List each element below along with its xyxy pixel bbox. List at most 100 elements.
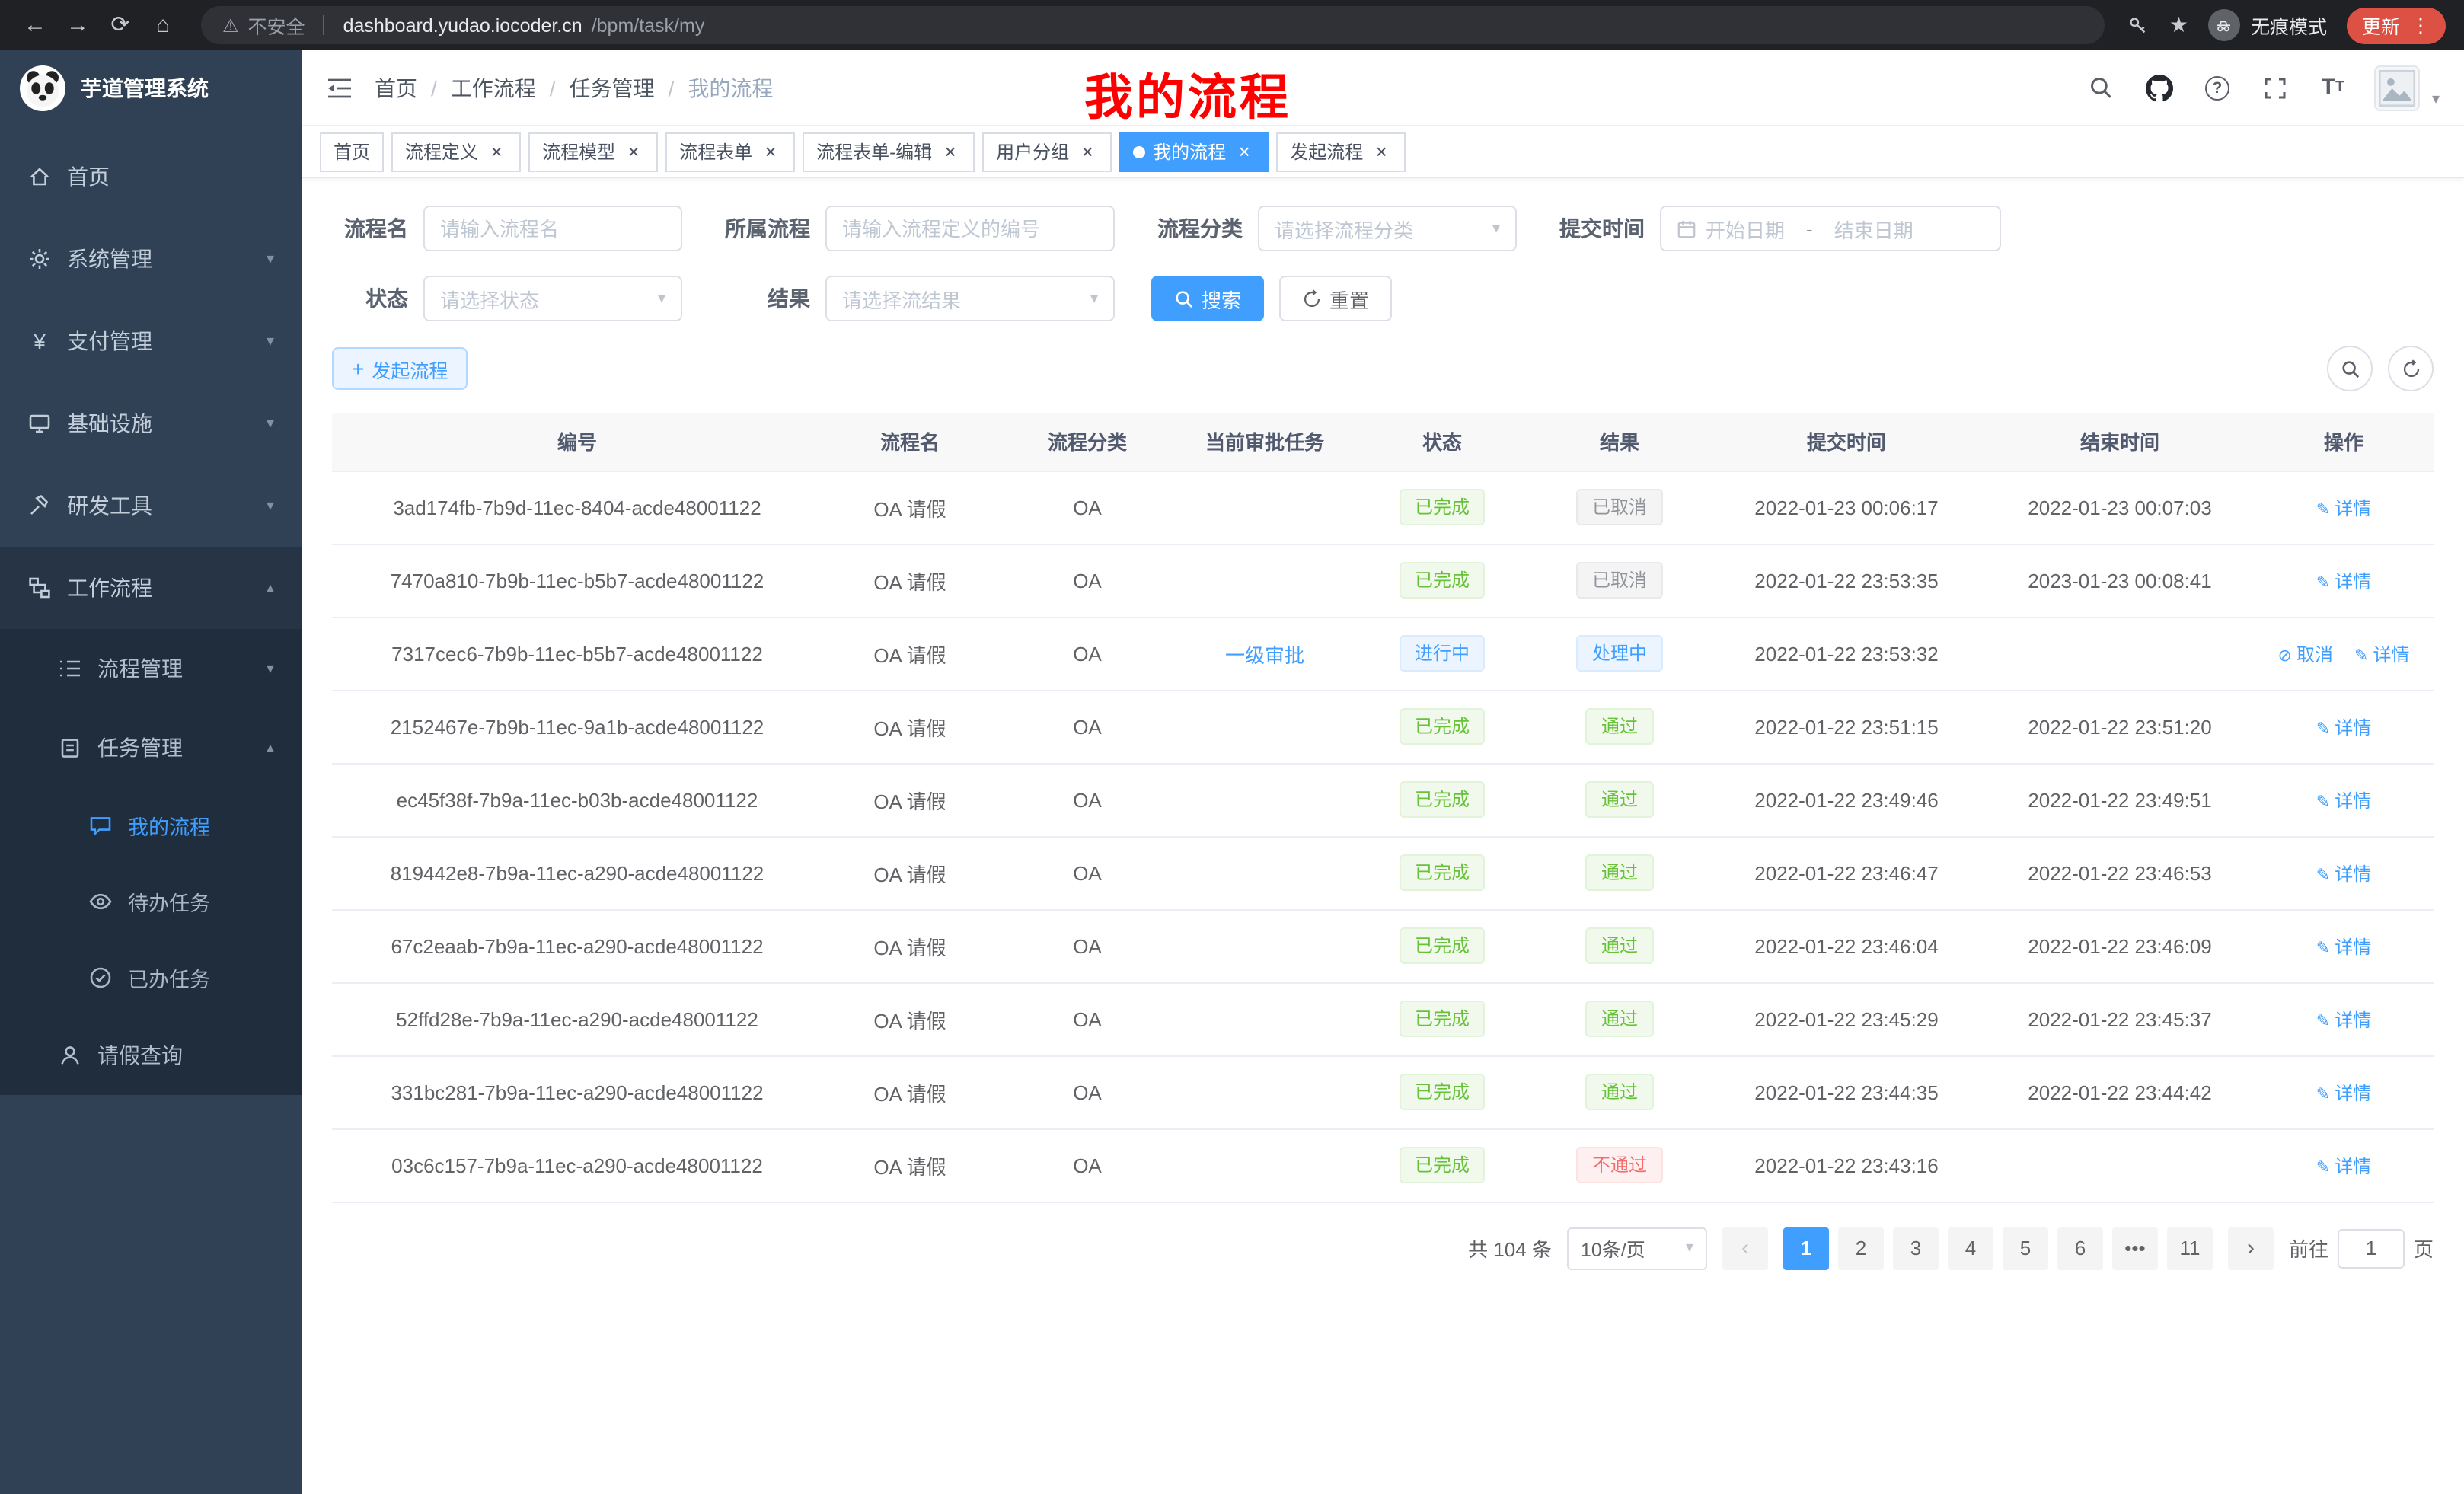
browser-forward-icon[interactable]: → (61, 14, 94, 37)
detail-action-link[interactable]: ✎详情 (2316, 1082, 2371, 1103)
list-tree-icon (58, 656, 82, 681)
next-page-button[interactable]: › (2228, 1227, 2274, 1269)
tab[interactable]: 首页 (320, 132, 384, 171)
result-select[interactable]: 请选择流结果 ▾ (825, 276, 1115, 321)
search-button[interactable]: 搜索 (1151, 276, 1264, 321)
tab[interactable]: 流程表单 × (665, 132, 795, 171)
edit-icon: ✎ (2316, 720, 2330, 738)
browser-reload-icon[interactable]: ⟳ (104, 14, 137, 37)
sidebar-item-workflow[interactable]: 工作流程 ▴ (0, 547, 302, 629)
chevron-down-icon: ▾ (267, 497, 274, 514)
tab-close-icon[interactable]: × (1077, 141, 1098, 162)
process-name-input[interactable] (423, 206, 682, 251)
edit-icon: ✎ (2316, 793, 2330, 811)
detail-action-link[interactable]: ✎详情 (2316, 790, 2371, 811)
cell-submit-time: 2022-01-22 23:46:47 (1707, 836, 1986, 909)
app-logo[interactable]: 芋道管理系统 (0, 50, 302, 126)
page-button-4[interactable]: 4 (1948, 1227, 1993, 1269)
submit-time-range-picker[interactable]: 开始日期 - 结束日期 (1660, 206, 2001, 251)
detail-action-link[interactable]: ✎详情 (2316, 1009, 2371, 1030)
row-actions: ✎详情 (2254, 690, 2434, 763)
tab-close-icon[interactable]: × (1234, 141, 1255, 162)
address-bar[interactable]: ⚠ 不安全 dashboard.yudao.iocoder.cn/bpm/tas… (201, 6, 2105, 44)
sidebar-item-todo-tasks[interactable]: 待办任务 (0, 864, 302, 940)
cell-current-task: 一级审批 (1177, 617, 1352, 690)
fullscreen-icon[interactable] (2258, 71, 2292, 104)
tab[interactable]: 流程定义 × (391, 132, 521, 171)
help-icon[interactable]: ? (2201, 71, 2234, 104)
sidebar-item-infra[interactable]: 基础设施 ▾ (0, 382, 302, 464)
sidebar-item-system[interactable]: 系统管理 ▾ (0, 218, 302, 300)
cell-current-task (1177, 544, 1352, 617)
tab-close-icon[interactable]: × (940, 141, 961, 162)
breadcrumb-item[interactable]: 首页 (375, 72, 417, 103)
key-icon[interactable] (2127, 14, 2150, 37)
result-badge: 通过 (1586, 854, 1653, 891)
tab[interactable]: 我的流程 × (1119, 132, 1269, 171)
github-icon[interactable] (2143, 71, 2176, 104)
breadcrumb-item[interactable]: 任务管理 (570, 72, 655, 103)
status-select[interactable]: 请选择状态 ▾ (423, 276, 682, 321)
page-button-2[interactable]: 2 (1838, 1227, 1884, 1269)
page-button-5[interactable]: 5 (2003, 1227, 2048, 1269)
cell-result: 已取消 (1532, 471, 1707, 544)
sidebar-toggle-icon[interactable] (326, 75, 353, 100)
prev-page-button[interactable]: ‹ (1722, 1227, 1768, 1269)
page-button-1[interactable]: 1 (1783, 1227, 1829, 1269)
tab-close-icon[interactable]: × (623, 141, 644, 162)
tab[interactable]: 发起流程 × (1276, 132, 1406, 171)
sidebar-item-my-process[interactable]: 我的流程 (0, 787, 302, 864)
detail-action-link[interactable]: ✎详情 (2316, 863, 2371, 884)
detail-action-link[interactable]: ✎详情 (2354, 643, 2409, 665)
sidebar-item-leave-query[interactable]: 请假查询 (0, 1016, 302, 1095)
page-button-11[interactable]: 11 (2167, 1227, 2213, 1269)
column-header: 结束时间 (1986, 413, 2254, 471)
sidebar-item-devtools[interactable]: 研发工具 ▾ (0, 464, 302, 547)
avatar[interactable] (2374, 65, 2420, 110)
avatar-caret-icon[interactable]: ▾ (2432, 91, 2440, 108)
sidebar-item-payment[interactable]: ¥ 支付管理 ▾ (0, 300, 302, 382)
browser-back-icon[interactable]: ← (18, 14, 52, 37)
refresh-table-button[interactable] (2388, 346, 2434, 391)
current-task-link[interactable]: 一级审批 (1225, 643, 1304, 666)
toggle-search-button[interactable] (2327, 346, 2373, 391)
tab[interactable]: 用户分组 × (982, 132, 1112, 171)
page-button-3[interactable]: 3 (1893, 1227, 1939, 1269)
cancel-action-link[interactable]: ⊘取消 (2278, 643, 2333, 665)
detail-action-link[interactable]: ✎详情 (2316, 1155, 2371, 1176)
cell-process-name: OA 请假 (822, 544, 997, 617)
goto-page-input[interactable] (2338, 1228, 2405, 1268)
page-button-6[interactable]: 6 (2057, 1227, 2103, 1269)
sidebar-item-home[interactable]: 首页 (0, 136, 302, 218)
process-definition-input[interactable] (825, 206, 1115, 251)
table-row: 331bc281-7b9a-11ec-a290-acde48001122 OA … (332, 1055, 2434, 1128)
browser-menu-icon[interactable]: ⋮ (2411, 13, 2430, 37)
detail-action-link[interactable]: ✎详情 (2316, 570, 2371, 592)
detail-action-link[interactable]: ✎详情 (2316, 497, 2371, 519)
tab[interactable]: 流程模型 × (528, 132, 658, 171)
sidebar-item-task-mgmt[interactable]: 任务管理 ▴ (0, 708, 302, 787)
browser-update-button[interactable]: 更新 ⋮ (2347, 7, 2446, 43)
body-wrap: 芋道管理系统 首页 系统管理 ▾ ¥ 支付管理 ▾ (0, 50, 2464, 1494)
pages-ellipsis-button[interactable]: ••• (2112, 1227, 2158, 1269)
cell-submit-time: 2022-01-22 23:44:35 (1707, 1055, 1986, 1128)
font-size-icon[interactable]: TT (2316, 71, 2350, 104)
breadcrumb-item[interactable]: 工作流程 (451, 72, 536, 103)
tab[interactable]: 流程表单-编辑 × (803, 132, 975, 171)
sidebar-item-done-tasks[interactable]: 已办任务 (0, 940, 302, 1016)
bookmark-star-icon[interactable]: ★ (2169, 12, 2188, 38)
detail-action-link[interactable]: ✎详情 (2316, 717, 2371, 738)
category-select[interactable]: 请选择流程分类 ▾ (1258, 206, 1517, 251)
page-size-select[interactable]: 10条/页 ▾ (1567, 1227, 1707, 1269)
tab-close-icon[interactable]: × (1371, 141, 1392, 162)
sidebar-item-process-mgmt[interactable]: 流程管理 ▾ (0, 629, 302, 708)
table-row: 52ffd28e-7b9a-11ec-a290-acde48001122 OA … (332, 982, 2434, 1055)
tab-close-icon[interactable]: × (760, 141, 781, 162)
reset-button[interactable]: 重置 (1279, 276, 1392, 321)
create-process-button[interactable]: + 发起流程 (332, 347, 468, 390)
tab-close-icon[interactable]: × (486, 141, 507, 162)
start-date-placeholder: 开始日期 (1706, 214, 1785, 243)
search-icon[interactable] (2085, 71, 2118, 104)
detail-action-link[interactable]: ✎详情 (2316, 936, 2371, 957)
browser-home-icon[interactable]: ⌂ (146, 14, 180, 37)
